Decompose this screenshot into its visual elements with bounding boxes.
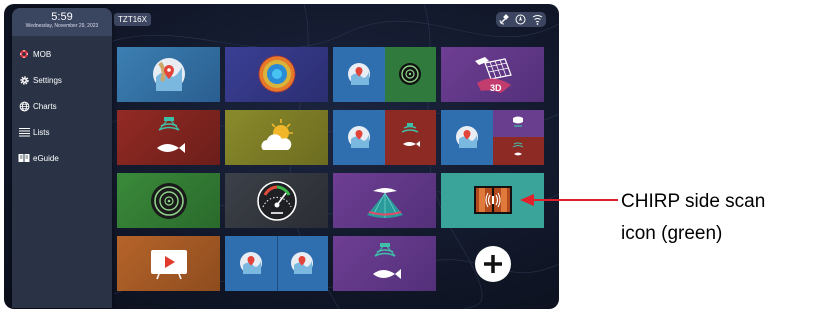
annotation-line2: icon (green) [621, 223, 723, 244]
tile-radar[interactable] [225, 47, 328, 102]
book-icon [18, 152, 30, 164]
gear-icon [18, 74, 30, 86]
chart-multi-split-icon [456, 116, 524, 156]
annotation-line1: CHIRP side scan [621, 191, 766, 212]
3d-view-icon: 3D [475, 57, 512, 93]
sidebar-item-label: eGuide [33, 153, 59, 163]
tile-360-frontscan[interactable] [333, 173, 436, 228]
clock-time: 5:59 [51, 11, 73, 23]
sidebar-item-eguide[interactable]: eGuide [18, 150, 110, 166]
sidebar-item-lists[interactable]: Lists [18, 124, 110, 140]
tile-chart[interactable] [117, 47, 220, 102]
tile-video[interactable] [117, 236, 220, 291]
tile-chart-plus-fish-finder[interactable] [333, 110, 436, 165]
fish-finder-icon [157, 117, 185, 153]
clock-panel: 5:59 Wednesday, November 29, 2023 [12, 8, 112, 36]
mob-lifebuoy-icon [18, 48, 30, 60]
tile-weather[interactable] [225, 110, 328, 165]
sidebar-item-mob[interactable]: MOB [18, 46, 110, 62]
chart-pin-icon [153, 58, 185, 91]
chart-radar-split-icon [348, 63, 421, 85]
tile-chart-plus-radar[interactable] [333, 47, 436, 102]
tile-add-page[interactable] [441, 236, 544, 291]
radar-sweep-icon [258, 55, 296, 93]
device-name-tag[interactable]: TZT16X [114, 13, 151, 26]
satellite-icon [499, 14, 509, 25]
svg-text:3D: 3D [490, 83, 502, 93]
wifi-signal-icon [532, 15, 543, 25]
sidebar-item-charts[interactable]: Charts [18, 98, 110, 114]
annotation-arrow [520, 194, 618, 206]
status-indicators[interactable] [496, 12, 546, 27]
compass-icon [515, 14, 526, 25]
sidebar-item-label: MOB [33, 49, 52, 59]
sidebar-item-label: Lists [33, 127, 50, 137]
home-sidebar: 5:59 Wednesday, November 29, 2023 MOB Se… [12, 8, 112, 308]
tile-fish-finder[interactable] [117, 110, 220, 165]
globe-icon [18, 100, 30, 112]
tile-chart-plus-multi[interactable] [441, 110, 544, 165]
tile-instruments[interactable] [225, 173, 328, 228]
sidebar-item-label: Charts [33, 101, 57, 111]
frontscan-icon [367, 188, 403, 218]
tile-dual-chart[interactable] [225, 236, 328, 291]
list-icon [18, 126, 30, 138]
plus-icon [475, 246, 511, 282]
gauge-icon [257, 181, 297, 221]
dual-chart-icon [240, 252, 313, 274]
sidebar-item-label: Settings [33, 75, 62, 85]
chirp-side-scan-icon [474, 186, 512, 214]
fish-finder-purple-icon [373, 243, 401, 279]
tile-3d-view[interactable]: 3D [441, 47, 544, 102]
weather-icon [261, 119, 293, 150]
chart-fishfinder-split-icon [348, 123, 420, 148]
tile-fish-finder-2[interactable] [333, 236, 436, 291]
clock-date: Wednesday, November 29, 2023 [25, 23, 99, 29]
sidebar-item-settings[interactable]: Settings [18, 72, 110, 88]
video-play-icon [151, 250, 187, 280]
sonar-scan-icon [151, 183, 187, 219]
tile-sonar-scan[interactable] [117, 173, 220, 228]
